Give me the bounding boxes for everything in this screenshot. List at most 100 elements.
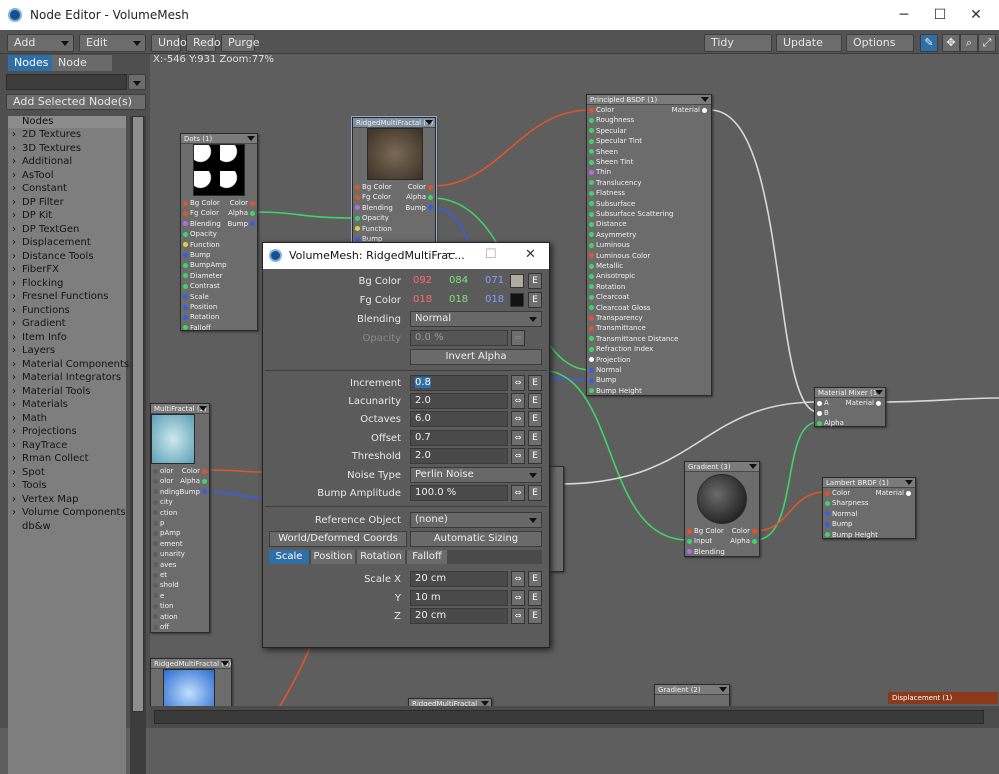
input-port[interactable]: off (151, 622, 169, 632)
input-port[interactable]: Alpha (815, 418, 844, 428)
input-port[interactable]: Rotation (587, 282, 625, 292)
scale-y-link-icon[interactable]: ⇔ (511, 590, 525, 606)
bg-color-g[interactable]: 084 (449, 275, 468, 286)
node-category-item[interactable]: › Vertex Map (8, 493, 126, 507)
node-category-item[interactable]: › FiberFX (8, 263, 126, 277)
bg-color-r[interactable]: 092 (413, 275, 432, 286)
fg-color-envelope-button[interactable]: E (528, 292, 542, 308)
tab-falloff[interactable]: Falloff (407, 550, 447, 564)
dialog-maximize-button[interactable]: ☐ (485, 247, 497, 262)
input-port[interactable]: Transmittance Distance (587, 334, 678, 344)
increment-link-icon[interactable]: ⇔ (511, 375, 525, 391)
add-selected-nodes-button[interactable]: Add Selected Node(s) (6, 94, 146, 110)
input-port[interactable]: Input (685, 536, 712, 546)
input-port[interactable]: B (815, 408, 829, 418)
close-button[interactable]: ✕ (956, 4, 996, 26)
scale-x-envelope-button[interactable]: E (528, 571, 542, 587)
output-port[interactable]: Bump (405, 203, 435, 213)
input-port[interactable]: Fg Color (181, 208, 219, 218)
invert-alpha-button[interactable]: Invert Alpha (410, 349, 542, 365)
node-category-item[interactable]: › Additional (8, 155, 126, 169)
input-port[interactable]: tion (151, 601, 173, 611)
output-material[interactable]: Material (876, 488, 913, 498)
input-port[interactable]: A (815, 398, 829, 408)
node-principled-bsdf[interactable]: Principled BSDF (1) Material Color Roughn… (586, 94, 712, 396)
input-port[interactable]: Distance (587, 219, 627, 229)
node-category-item[interactable]: › Tools (8, 479, 126, 493)
input-port[interactable]: Function (181, 240, 220, 250)
purge-button[interactable]: Purge (221, 34, 260, 52)
input-port[interactable]: Bg Color (353, 182, 392, 192)
input-port[interactable]: Thin (587, 167, 611, 177)
node-dots[interactable]: Dots (1) Bg Color Fg Color Blending Opacity… (180, 133, 258, 332)
input-port[interactable]: BumpAmp (181, 260, 227, 270)
input-port[interactable]: Subsurface Scattering (587, 209, 674, 219)
input-port[interactable]: Refraction Index (587, 344, 653, 354)
output-material[interactable]: Material (846, 398, 883, 408)
input-port[interactable]: Function (353, 224, 392, 234)
tab-position[interactable]: Position (311, 550, 355, 564)
input-port[interactable]: Bump (823, 519, 853, 529)
input-port[interactable]: olor (151, 466, 173, 476)
node-lambert-brdf[interactable]: Lambert BRDF (1) Material Color Sharpness… (822, 477, 916, 539)
canvas-scroll-thumb[interactable] (154, 710, 984, 724)
node-category-item[interactable]: › AsTool (8, 169, 126, 183)
node-category-item[interactable]: › Rman Collect (8, 452, 126, 466)
node-category-item[interactable]: › Spot (8, 466, 126, 480)
offset-link-icon[interactable]: ⇔ (511, 430, 525, 446)
node-category-item[interactable]: › Projections (8, 425, 126, 439)
scale-y-envelope-button[interactable]: E (528, 590, 542, 606)
input-port[interactable]: Bump Height (587, 386, 642, 396)
input-port[interactable]: Blending (685, 547, 725, 557)
input-port[interactable]: Bg Color (181, 198, 220, 208)
node-category-item[interactable]: › Layers (8, 344, 126, 358)
output-port[interactable]: Bump (227, 219, 257, 229)
node-category-item[interactable]: › Material Tools (8, 385, 126, 399)
bump-amplitude-envelope-button[interactable]: E (528, 485, 542, 501)
input-port[interactable]: aves (151, 560, 176, 570)
search-dropdown[interactable] (128, 74, 146, 90)
input-port[interactable]: Specular Tint (587, 136, 642, 146)
zoom-icon[interactable]: ⌕ (960, 34, 978, 52)
input-port[interactable]: Sheen (587, 147, 618, 157)
threshold-field[interactable]: 2.0 (410, 448, 508, 464)
node-category-item[interactable]: › Math (8, 412, 126, 426)
automatic-sizing-button[interactable]: Automatic Sizing (410, 531, 542, 547)
node-gradient-2[interactable]: Gradient (2) (654, 684, 730, 708)
scale-x-field[interactable]: 20 cm (410, 571, 508, 587)
input-port[interactable]: Bump Height (823, 530, 878, 540)
node-search-input[interactable] (6, 74, 127, 90)
input-port[interactable]: nding (151, 487, 180, 497)
tab-rotation[interactable]: Rotation (357, 550, 405, 564)
octaves-field[interactable]: 6.0 (410, 411, 508, 427)
node-ridged-multifractal-2[interactable]: MultiFractal (2) olor olor nding city ction p… (150, 403, 210, 633)
node-list-header[interactable]: Nodes (8, 116, 126, 128)
lacunarity-field[interactable]: 2.0 (410, 393, 508, 409)
tab-nodes[interactable]: Nodes (8, 55, 55, 71)
node-category-item[interactable]: › Gradient (8, 317, 126, 331)
node-category-item[interactable]: › Flocking (8, 277, 126, 291)
node-category-item[interactable]: › RayTrace (8, 439, 126, 453)
node-category-item[interactable]: › Functions (8, 304, 126, 318)
input-port[interactable]: olor (151, 476, 173, 486)
input-port[interactable]: city (151, 497, 173, 507)
minimize-button[interactable]: ─ (884, 4, 924, 26)
input-port[interactable]: Color (587, 105, 614, 115)
add-node-dropdown[interactable]: Add Node (7, 34, 74, 65)
node-category-item[interactable]: › Material Integrators (8, 371, 126, 385)
offset-envelope-button[interactable]: E (528, 430, 542, 446)
scale-x-link-icon[interactable]: ⇔ (511, 571, 525, 587)
input-port[interactable]: Contrast (181, 281, 220, 291)
input-port[interactable]: Color (823, 488, 850, 498)
input-port[interactable]: Flatness (587, 188, 625, 198)
node-category-item[interactable]: › 3D Textures (8, 142, 126, 156)
tab-node-flow[interactable]: Node Flow (52, 55, 112, 85)
fg-color-g[interactable]: 018 (449, 294, 468, 305)
input-port[interactable]: Luminous (587, 240, 630, 250)
threshold-envelope-button[interactable]: E (528, 448, 542, 464)
fg-color-r[interactable]: 018 (413, 294, 432, 305)
output-port[interactable]: Alpha (406, 192, 435, 202)
world-deformed-coords-button[interactable]: World/Deformed Coords (269, 531, 407, 547)
octaves-link-icon[interactable]: ⇔ (511, 411, 525, 427)
threshold-link-icon[interactable]: ⇔ (511, 448, 525, 464)
